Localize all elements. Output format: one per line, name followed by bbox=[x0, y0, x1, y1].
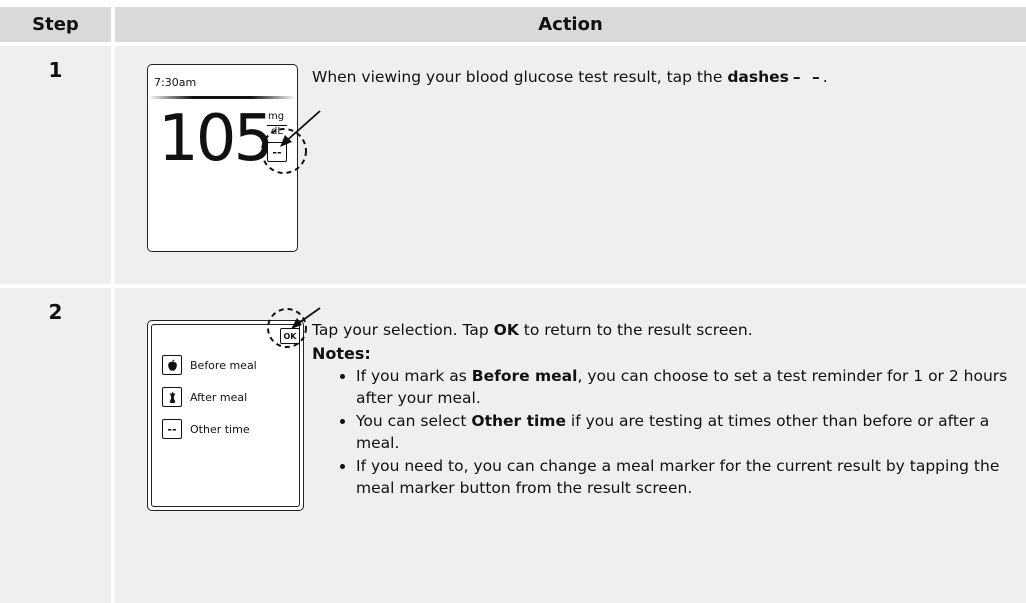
meal-marker-dashes-button[interactable]: -- bbox=[267, 142, 287, 162]
intro-line: Tap your selection. Tap OK to return to … bbox=[312, 319, 1012, 341]
apple-core-icon bbox=[162, 387, 182, 407]
unit-numerator: mg bbox=[268, 111, 285, 122]
unit-denominator: dL bbox=[271, 126, 283, 137]
note-text: If you mark as bbox=[356, 367, 472, 385]
option-label: Before meal bbox=[190, 358, 257, 372]
header-step: Step bbox=[0, 7, 111, 42]
header-action: Action bbox=[115, 7, 1026, 42]
step-number-2: 2 bbox=[48, 300, 63, 324]
dashes-glyph: – – bbox=[792, 68, 823, 86]
meal-marker-screen: OK Before meal After meal -- Other time bbox=[147, 320, 304, 511]
option-before-meal[interactable]: Before meal bbox=[162, 355, 257, 375]
step-1-instruction: When viewing your blood glucose test res… bbox=[312, 66, 1012, 88]
step-cell-2: 2 bbox=[0, 288, 111, 603]
note-text: You can select bbox=[356, 412, 472, 430]
option-label: Other time bbox=[190, 422, 250, 436]
step-cell-1: 1 bbox=[0, 46, 111, 284]
instruction-bold: dashes bbox=[727, 68, 789, 86]
note-item: If you mark as Before meal, you can choo… bbox=[356, 365, 1012, 409]
instruction-text: When viewing your blood glucose test res… bbox=[312, 68, 728, 86]
apple-icon bbox=[162, 355, 182, 375]
notes-list: If you mark as Before meal, you can choo… bbox=[312, 365, 1012, 499]
instruction-period: . bbox=[822, 68, 828, 86]
result-screen: 7:30am 105 mg dL -- bbox=[147, 64, 298, 252]
option-other-time[interactable]: -- Other time bbox=[162, 419, 250, 439]
note-bold: Before meal bbox=[471, 367, 578, 385]
step-number-1: 1 bbox=[48, 58, 63, 82]
intro-text-end: to return to the result screen. bbox=[518, 321, 753, 339]
intro-ok: OK bbox=[493, 321, 519, 339]
note-bold: Other time bbox=[471, 412, 566, 430]
notes-title: Notes: bbox=[312, 344, 371, 363]
meal-marker-screen-inner: OK Before meal After meal -- Other time bbox=[151, 324, 300, 507]
divider-bar bbox=[150, 96, 294, 99]
step-2-instruction: Tap your selection. Tap OK to return to … bbox=[312, 319, 1012, 500]
glucose-value: 105 bbox=[158, 102, 274, 176]
intro-text: Tap your selection. Tap bbox=[312, 321, 494, 339]
note-item: If you need to, you can change a meal ma… bbox=[356, 455, 1012, 499]
ok-button[interactable]: OK bbox=[280, 328, 300, 344]
dashes-icon: -- bbox=[162, 419, 182, 439]
option-after-meal[interactable]: After meal bbox=[162, 387, 247, 407]
option-label: After meal bbox=[190, 390, 248, 404]
note-item: You can select Other time if you are tes… bbox=[356, 410, 1012, 454]
time-display: 7:30am bbox=[154, 76, 197, 89]
